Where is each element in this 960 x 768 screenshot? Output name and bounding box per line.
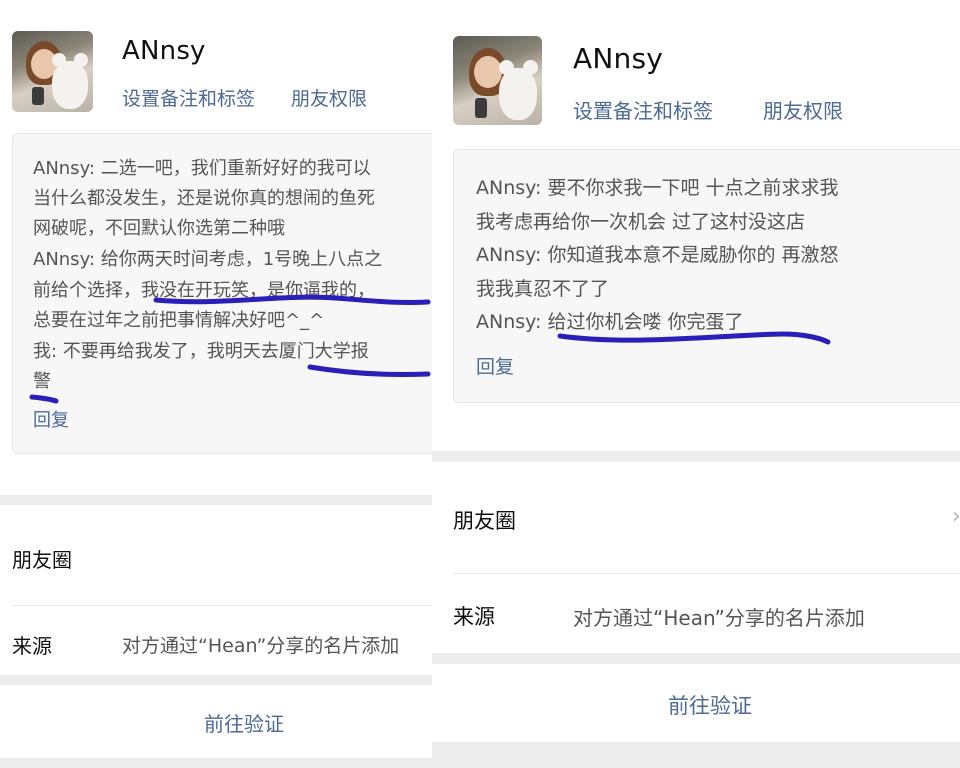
message-preview-box: ANnsy: 要不你求我一下吧 十点之前求求我 我考虑再给你一次机会 过了这村没… xyxy=(453,149,960,403)
contact-avatar[interactable] xyxy=(12,31,93,112)
left-screenshot-panel: ANnsy 设置备注和标签 朋友权限 ANnsy: 二选一吧，我们重新好好的我可… xyxy=(0,0,432,768)
message-preview-box: ANnsy: 二选一吧，我们重新好好的我可以 当什么都没发生，还是说你真的想闹的… xyxy=(12,133,432,454)
contact-avatar[interactable] xyxy=(453,36,542,125)
bottom-separator xyxy=(432,742,960,768)
row-divider xyxy=(12,605,432,606)
message-line: 我我真忍不了了 xyxy=(476,278,610,300)
source-label: 来源 xyxy=(453,605,495,629)
right-screenshot-panel: ANnsy 设置备注和标签 朋友权限 ANnsy: 要不你求我一下吧 十点之前求… xyxy=(432,0,960,768)
reply-link[interactable]: 回复 xyxy=(476,352,514,379)
message-line: ANnsy: 你知道我本意不是威胁你的 再激怒 xyxy=(476,244,839,266)
contact-name: ANnsy xyxy=(122,36,206,66)
message-line: ANnsy: 给你两天时间考虑，1号晚上八点之 xyxy=(33,249,383,270)
section-separator xyxy=(0,675,432,685)
message-line: ANnsy: 要不你求我一下吧 十点之前求求我 xyxy=(476,177,839,199)
message-line: 网破呢，不回默认你选第二种哦 xyxy=(33,218,285,239)
message-line: 警 xyxy=(33,371,51,392)
contact-name: ANnsy xyxy=(573,42,664,75)
section-separator xyxy=(432,451,960,462)
go-verify-button[interactable]: 前往验证 xyxy=(0,708,432,737)
message-line: 前给个选择，我没在开玩笑，是你逼我的， xyxy=(33,280,375,301)
moments-label[interactable]: 朋友圈 xyxy=(12,544,72,573)
message-line: 我考虑再给你一次机会 过了这村没这店 xyxy=(476,211,806,233)
chevron-right-icon[interactable]: › xyxy=(952,504,960,529)
message-line: 我: 不要再给我发了，我明天去厦门大学报 xyxy=(33,341,369,362)
message-line: ANnsy: 给过你机会喽 你完蛋了 xyxy=(476,311,744,333)
reply-link[interactable]: 回复 xyxy=(33,406,69,432)
set-remark-and-tags-link[interactable]: 设置备注和标签 xyxy=(122,84,255,111)
go-verify-button[interactable]: 前往验证 xyxy=(432,690,960,720)
section-separator xyxy=(0,495,432,505)
set-remark-and-tags-link[interactable]: 设置备注和标签 xyxy=(573,95,713,124)
section-separator xyxy=(432,653,960,664)
friend-permissions-link[interactable]: 朋友权限 xyxy=(763,95,843,124)
source-value: 对方通过“Hean”分享的名片添加 xyxy=(573,606,865,630)
message-line: 总要在过年之前把事情解决好吧^_^ xyxy=(33,310,325,331)
message-line: ANnsy: 二选一吧，我们重新好好的我可以 xyxy=(33,158,371,179)
row-divider xyxy=(453,573,960,574)
source-value: 对方通过“Hean”分享的名片添加 xyxy=(122,635,400,657)
bottom-separator xyxy=(0,758,432,768)
friend-permissions-link[interactable]: 朋友权限 xyxy=(291,84,367,111)
source-label: 来源 xyxy=(12,634,52,658)
moments-label[interactable]: 朋友圈 xyxy=(453,505,516,535)
message-line: 当什么都没发生，还是说你真的想闹的鱼死 xyxy=(33,188,375,209)
